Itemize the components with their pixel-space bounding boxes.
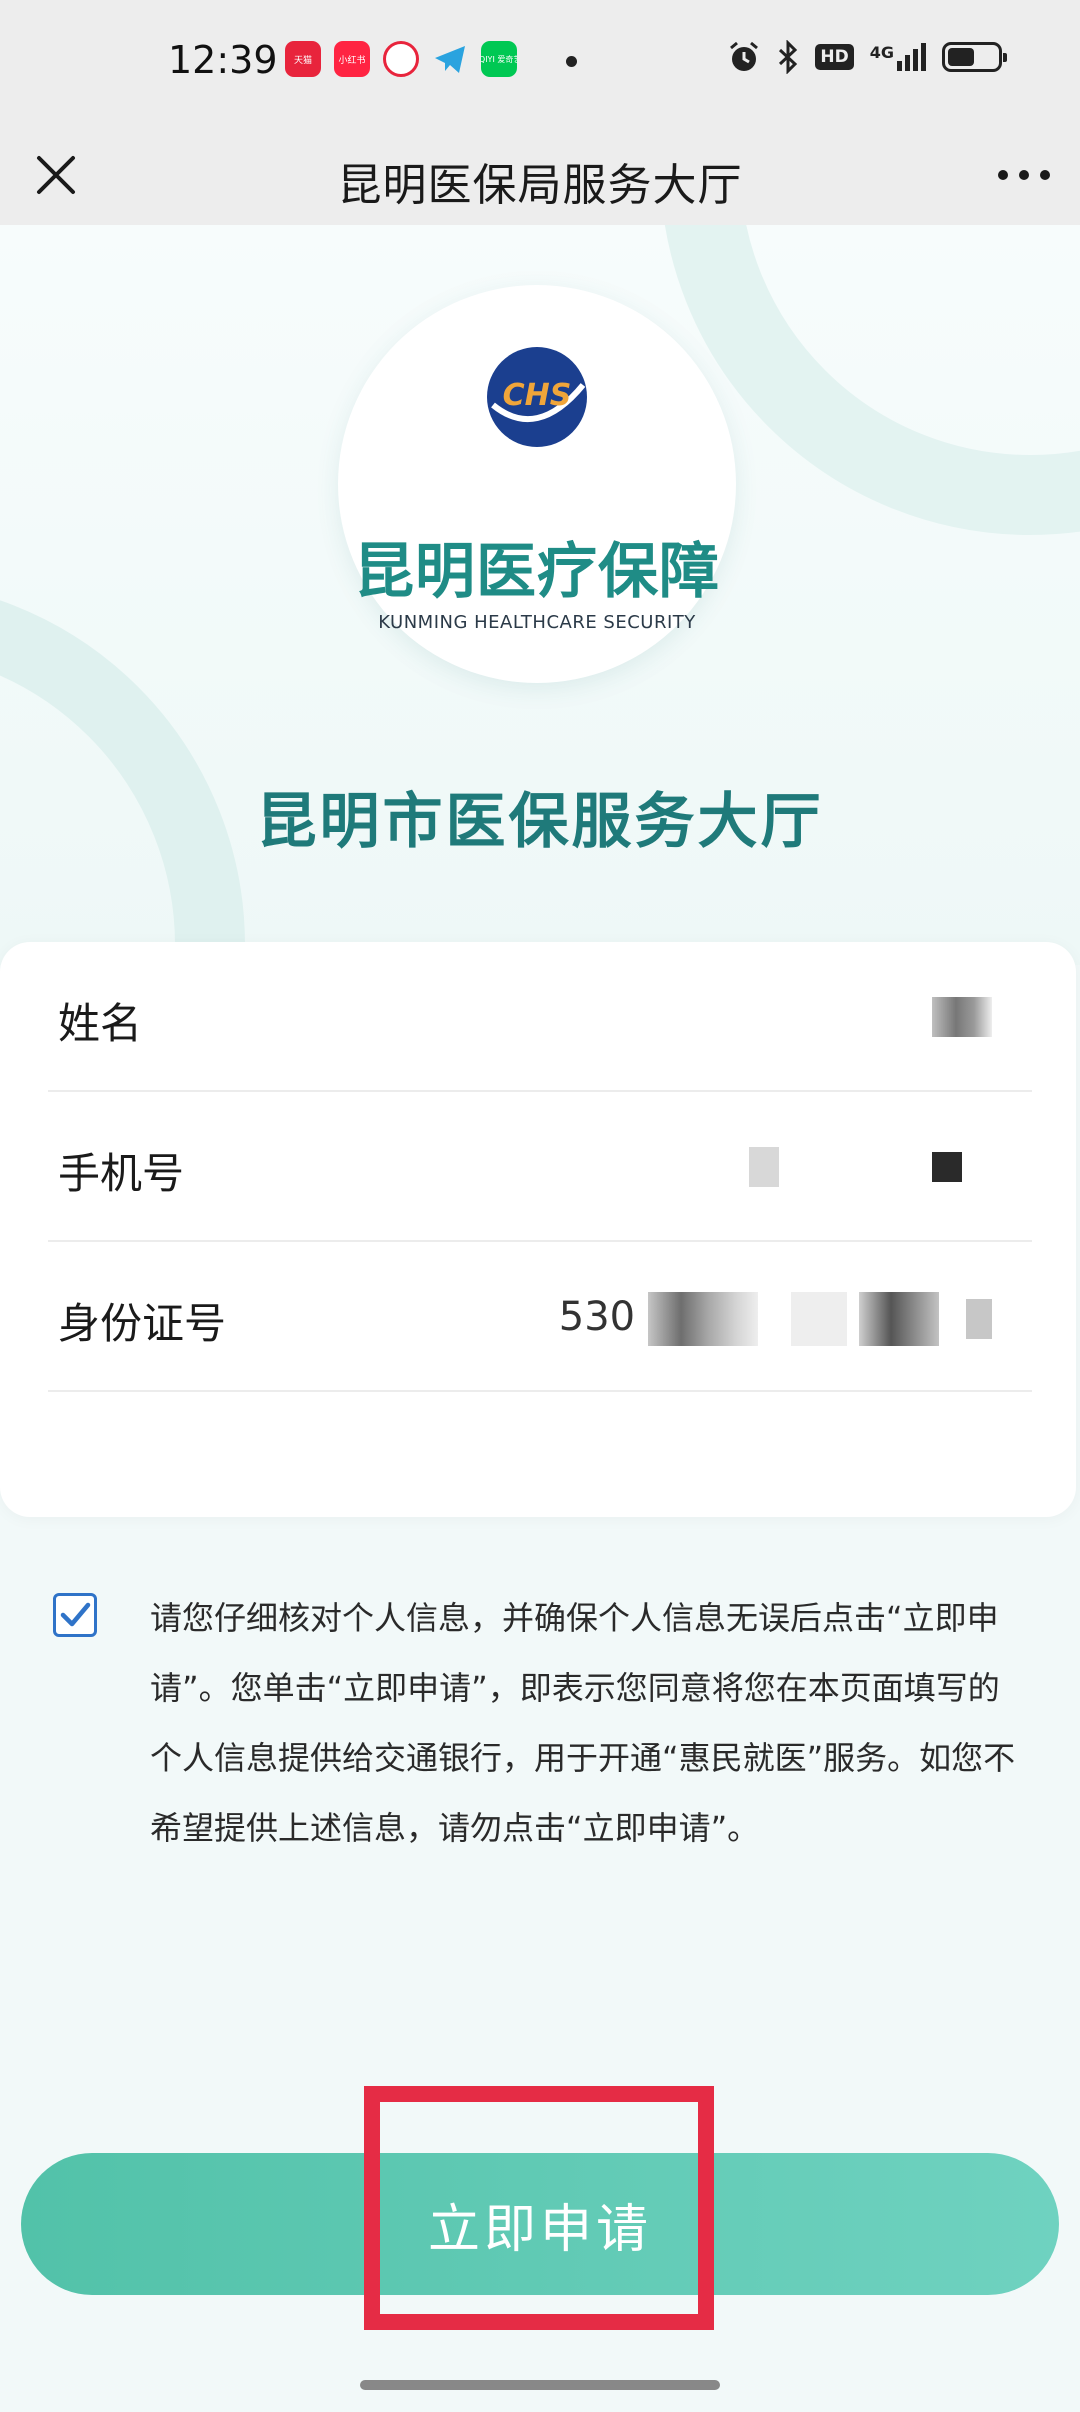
redacted-block <box>790 1292 847 1346</box>
checkmark-icon <box>60 1602 91 1627</box>
more-notifications-dot <box>566 56 577 67</box>
notification-app-icons: 天猫 小红书 iQIYI 爱奇艺 <box>285 41 517 77</box>
tmall-icon: 天猫 <box>285 41 321 77</box>
service-hall-title: 昆明市医保服务大厅 <box>256 787 824 857</box>
highlight-annotation-box <box>364 2086 714 2330</box>
redacted-block <box>966 1299 992 1339</box>
battery-icon <box>942 42 1007 72</box>
name-label: 姓名 <box>58 999 143 1048</box>
logo-chinese-text: 昆明医疗保障 <box>354 537 720 607</box>
form-row-id-number[interactable]: 身份证号 530 <box>48 1242 1032 1392</box>
logo-english-text: KUNMING HEALTHCARE SECURITY <box>378 612 696 633</box>
id-number-value: 530 <box>559 1292 992 1346</box>
form-row-name[interactable]: 姓名 <box>48 942 1032 1092</box>
alarm-icon <box>730 41 759 71</box>
page-title: 昆明医保局服务大厅 <box>337 160 743 211</box>
title-bar: 昆明医保局服务大厅 <box>0 125 1080 225</box>
home-indicator[interactable] <box>360 2380 720 2390</box>
bluetooth-icon <box>779 40 798 74</box>
phone-value <box>749 1142 962 1188</box>
redacted-block <box>932 1152 962 1182</box>
xiaohongshu-icon: 小红书 <box>334 41 370 77</box>
status-time: 12:39 <box>168 38 278 82</box>
chs-globe-icon: CHS <box>487 347 587 447</box>
iqiyi-icon: iQIYI 爱奇艺 <box>481 41 517 77</box>
more-options-button[interactable] <box>994 163 1054 187</box>
form-row-phone[interactable]: 手机号 <box>48 1092 1032 1242</box>
chs-badge-text: CHS <box>503 378 572 413</box>
personal-info-card: 姓名 手机号 身份证号 530 <box>0 942 1076 1517</box>
status-bar: 12:39 天猫 小红书 iQIYI 爱奇艺 HD 4G <box>0 0 1080 125</box>
logo: CHS 昆明医疗保障 KUNMING HEALTHCARE SECURITY <box>338 285 736 683</box>
agreement-text: 请您仔细核对个人信息，并确保个人信息无误后点击“立即申请”。您单击“立即申请”，… <box>150 1599 1016 1847</box>
more-dots-icon <box>998 170 1050 180</box>
redacted-block <box>859 1292 940 1346</box>
agreement-checkbox[interactable] <box>53 1593 97 1637</box>
phone-label: 手机号 <box>58 1149 185 1198</box>
app-red-icon <box>383 41 419 77</box>
signal-icon: 4G <box>870 43 926 71</box>
hd-voice-icon: HD <box>815 44 854 70</box>
id-number-label: 身份证号 <box>58 1299 227 1348</box>
name-value <box>932 992 992 1038</box>
redacted-block <box>647 1292 758 1346</box>
telegram-icon <box>432 41 468 77</box>
system-status-icons: HD 4G <box>727 40 1007 74</box>
battery-level <box>948 48 974 66</box>
redacted-block <box>749 1147 780 1187</box>
redacted-block <box>932 997 992 1037</box>
hero-banner: CHS 昆明医疗保障 KUNMING HEALTHCARE SECURITY 昆… <box>0 225 1080 965</box>
